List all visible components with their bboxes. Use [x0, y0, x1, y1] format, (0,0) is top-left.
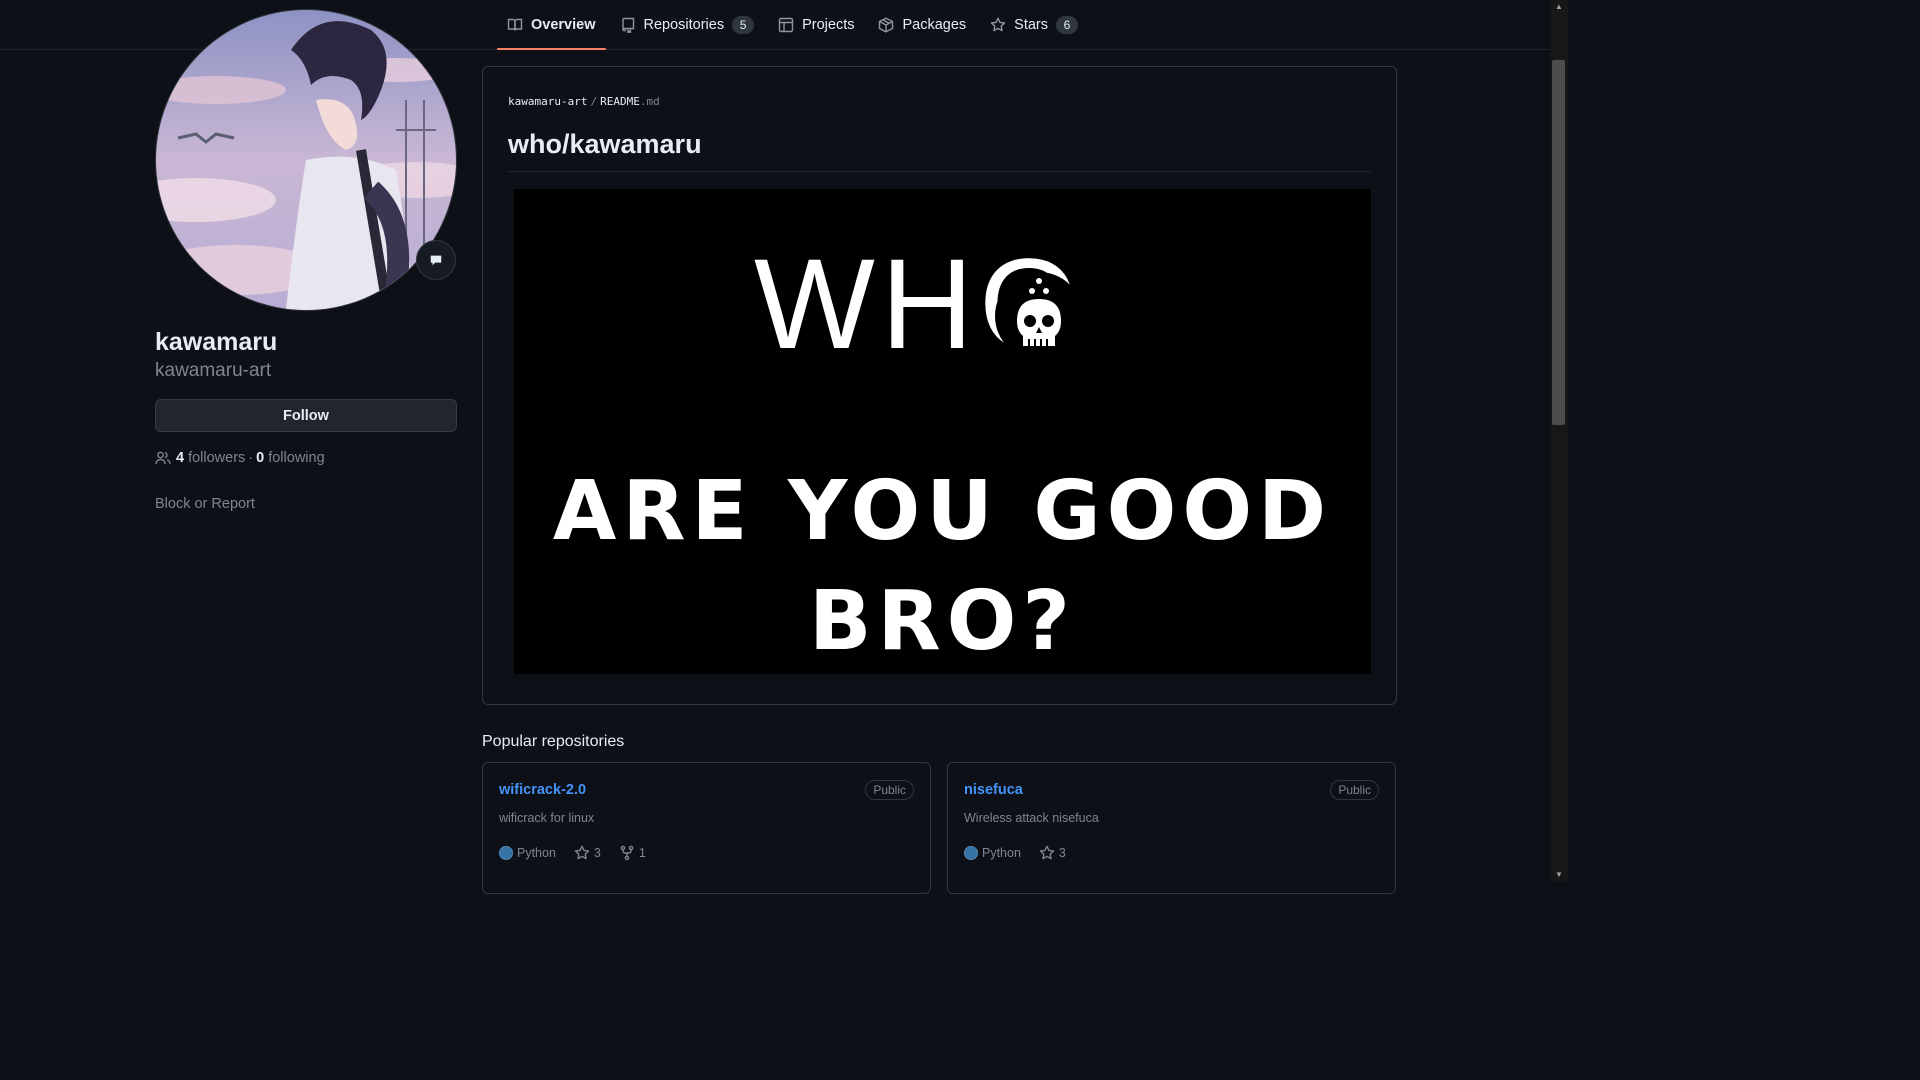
- tab-stars[interactable]: Stars 6: [980, 0, 1088, 49]
- star-icon: [1039, 845, 1055, 860]
- popular-repositories-heading: Popular repositories: [482, 733, 625, 750]
- repo-name-link[interactable]: nisefuca: [964, 782, 1023, 798]
- repo-card: wificrack-2.0 Public wificrack for linux…: [482, 762, 931, 894]
- profile-tabs: Overview Repositories 5 Projects Package…: [497, 0, 1092, 50]
- vertical-scrollbar[interactable]: ▲ ▼: [1550, 0, 1568, 882]
- repo-language: Python: [964, 846, 1021, 860]
- repositories-count-badge: 5: [732, 15, 755, 34]
- avatar-image: [156, 10, 456, 310]
- stars-count-badge: 6: [1056, 15, 1079, 34]
- repo-description: Wireless attack nisefuca: [964, 811, 1099, 825]
- following-link[interactable]: 0 following: [256, 450, 325, 466]
- repo-icon: [621, 17, 634, 33]
- repo-name-link[interactable]: wificrack-2.0: [499, 782, 586, 798]
- repo-meta: Python 3: [964, 845, 1084, 861]
- people-icon: [155, 451, 171, 465]
- profile-fullname: kawamaru: [155, 328, 278, 356]
- tab-label: Projects: [802, 16, 855, 33]
- visibility-badge: Public: [1330, 780, 1379, 800]
- readme-divider: [508, 171, 1371, 172]
- fork-icon: [620, 845, 634, 861]
- stars-count: 3: [593, 846, 601, 860]
- tab-repositories[interactable]: Repositories 5: [610, 0, 765, 49]
- status-button[interactable]: [416, 240, 456, 280]
- readme-filename: README: [600, 95, 640, 108]
- language-color-dot: [964, 846, 978, 860]
- book-icon: [507, 18, 523, 31]
- following-label: following: [268, 450, 325, 466]
- language-label: Python: [982, 846, 1021, 860]
- tab-label: Packages: [902, 16, 967, 33]
- table-icon: [778, 17, 794, 32]
- block-or-report-link[interactable]: Block or Report: [155, 496, 255, 512]
- followers-label: followers: [188, 450, 246, 466]
- scroll-down-arrow-icon[interactable]: ▼: [1550, 868, 1568, 882]
- repo-card: nisefuca Public Wireless attack nisefuca…: [947, 762, 1396, 894]
- tab-label: Overview: [531, 16, 596, 33]
- speech-bubble-icon: [430, 255, 442, 266]
- readme-breadcrumb: kawamaru-art / README.md: [508, 95, 660, 108]
- readme-banner-image: WHO ARE YOU GOOD BRO?: [514, 189, 1371, 674]
- tab-packages[interactable]: Packages: [868, 0, 976, 49]
- tab-label: Repositories: [643, 16, 725, 33]
- followers-link[interactable]: 4 followers: [176, 450, 245, 466]
- scrollbar-thumb[interactable]: [1552, 60, 1565, 425]
- tab-label: Stars: [1014, 16, 1049, 33]
- repo-meta: Python 3 1: [499, 845, 664, 861]
- tab-projects[interactable]: Projects: [768, 0, 864, 49]
- language-label: Python: [517, 846, 556, 860]
- following-count: 0: [256, 450, 265, 466]
- skull-icon: [995, 272, 1083, 360]
- banner-line-bro: BRO?: [809, 574, 1076, 669]
- banner-line-are-you-good: ARE YOU GOOD: [552, 464, 1333, 559]
- repo-description: wificrack for linux: [499, 811, 595, 825]
- repo-forks-link[interactable]: 1: [619, 845, 646, 861]
- repo-stars-link[interactable]: 3: [1039, 845, 1066, 861]
- stats-separator: ·: [248, 450, 254, 466]
- scroll-up-arrow-icon[interactable]: ▲: [1550, 0, 1568, 14]
- language-color-dot: [499, 846, 513, 860]
- profile-username: kawamaru-art: [155, 360, 272, 381]
- followers-count: 4: [176, 450, 185, 466]
- forks-count: 1: [638, 846, 646, 860]
- breadcrumb-separator: /: [590, 95, 598, 108]
- avatar[interactable]: [155, 9, 457, 311]
- follow-button[interactable]: Follow: [155, 399, 457, 432]
- readme-title: who/kawamaru: [508, 129, 702, 159]
- follow-stats: 4 followers · 0 following: [155, 450, 325, 466]
- tab-overview[interactable]: Overview: [497, 0, 606, 50]
- visibility-badge: Public: [865, 780, 914, 800]
- stars-count: 3: [1058, 846, 1066, 860]
- star-icon: [574, 845, 590, 860]
- readme-card: kawamaru-art / README.md who/kawamaru WHO …: [482, 66, 1397, 705]
- repo-language: Python: [499, 846, 556, 860]
- star-icon: [990, 17, 1006, 31]
- readme-owner-link[interactable]: kawamaru-art: [508, 95, 587, 108]
- readme-extension: .md: [639, 95, 660, 108]
- package-icon: [879, 16, 894, 33]
- repo-stars-link[interactable]: 3: [574, 845, 601, 861]
